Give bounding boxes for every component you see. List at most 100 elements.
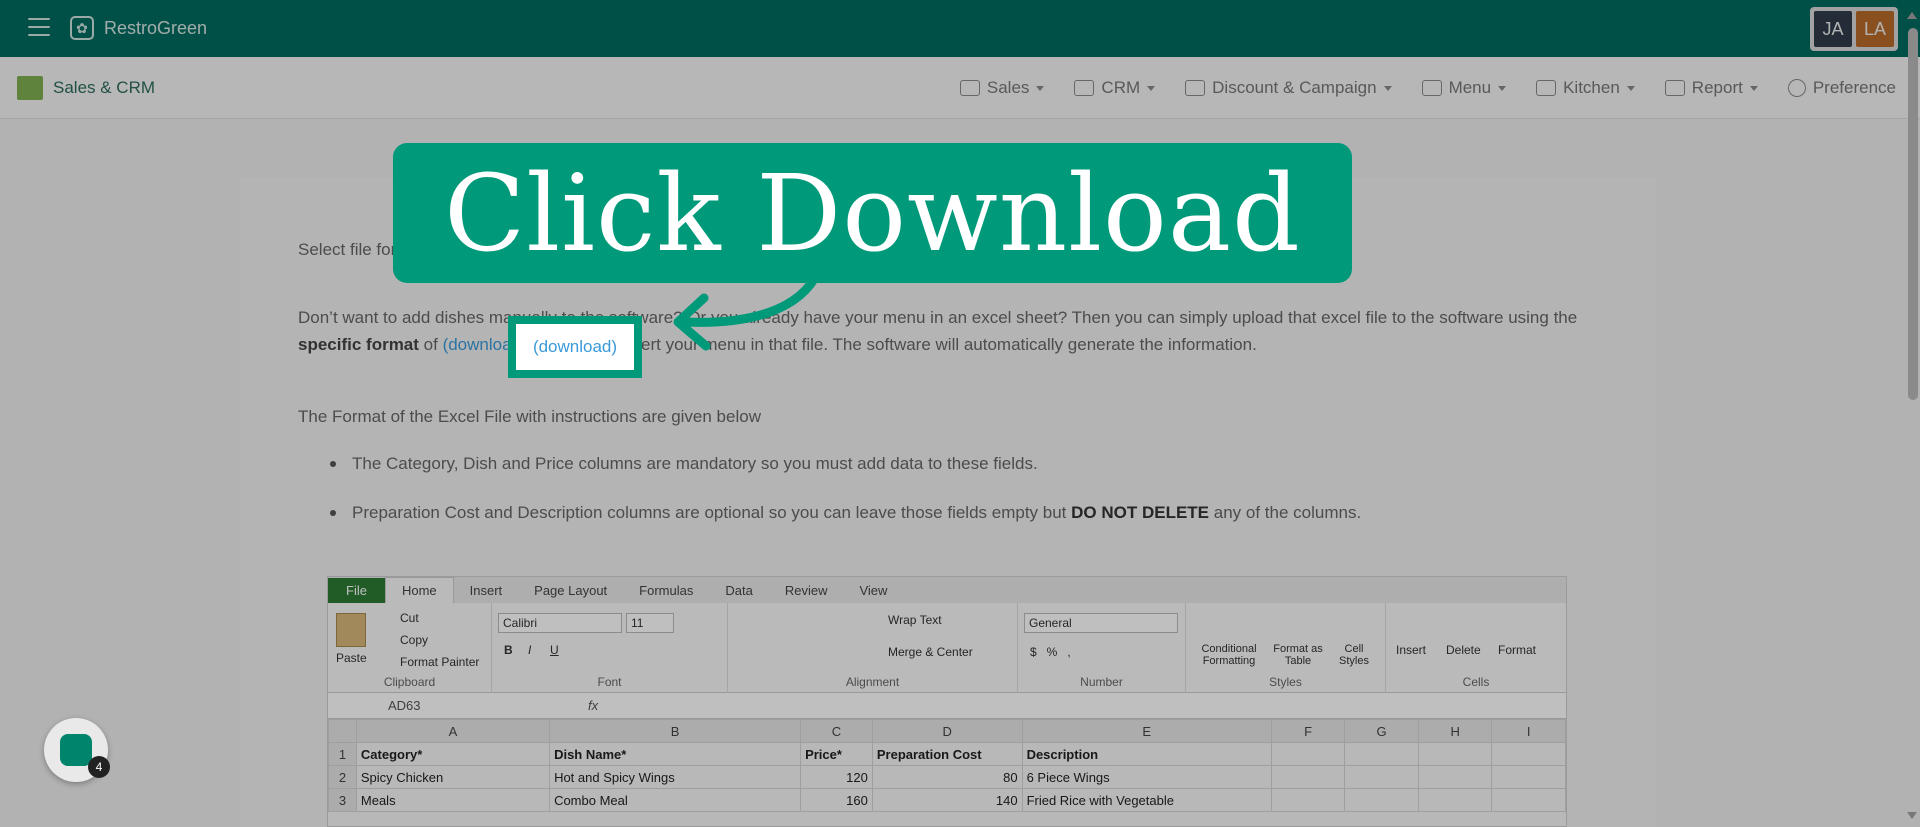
cell: [1491, 788, 1566, 812]
cell: 160: [800, 788, 873, 812]
list-item-text: any of the columns.: [1209, 503, 1362, 522]
cell: Hot and Spicy Wings: [549, 765, 802, 789]
scroll-down-icon[interactable]: [1907, 812, 1917, 819]
nav-items: Sales CRM Discount & Campaign Menu Kitch…: [959, 57, 1896, 119]
download-highlight-box[interactable]: (download): [508, 316, 642, 378]
format-label: Format: [1498, 643, 1537, 657]
nav-item-preference[interactable]: Preference: [1787, 78, 1896, 98]
callout-arrow-icon: [673, 270, 823, 351]
cell: [1417, 765, 1493, 789]
chat-widget[interactable]: 4: [44, 718, 110, 782]
list-item: The Category, Dish and Price columns are…: [330, 450, 1361, 477]
module-title[interactable]: Sales & CRM: [17, 76, 155, 100]
column-header: F: [1270, 719, 1346, 743]
excel-tab: Home: [384, 577, 454, 603]
users-icon: [1074, 80, 1095, 96]
cell: Dish Name*: [549, 742, 802, 766]
nav-item-menu[interactable]: Menu: [1421, 78, 1507, 98]
scroll-up-icon[interactable]: [1907, 12, 1917, 19]
excel-tab: Insert: [469, 583, 503, 598]
excel-ribbon-tabs: File Home Insert Page Layout Formulas Da…: [328, 577, 1566, 603]
module-name: Sales & CRM: [53, 78, 156, 97]
caret-down-icon: [1147, 85, 1156, 91]
gear-icon: [1787, 79, 1806, 97]
caret-down-icon: [1036, 85, 1045, 91]
excel-tab: Data: [725, 583, 753, 598]
download-link[interactable]: (download): [533, 337, 617, 357]
cut-label: Cut: [400, 611, 419, 625]
cell: Spicy Chicken: [355, 765, 551, 789]
column-header: C: [800, 719, 873, 743]
group-label: Alignment: [845, 675, 900, 689]
cell: 6 Piece Wings: [1021, 765, 1272, 789]
excel-ribbon: Paste Cut Copy Format Painter Clipboard …: [328, 603, 1566, 693]
nav-item-kitchen[interactable]: Kitchen: [1536, 78, 1635, 98]
cell: [1417, 788, 1493, 812]
table-row: 2 Spicy Chicken Hot and Spicy Wings 120 …: [328, 765, 1566, 789]
menu-list-icon: [1421, 80, 1442, 96]
column-header: G: [1344, 719, 1419, 743]
cell: [1491, 765, 1566, 789]
italic-icon: I: [528, 643, 532, 657]
user-avatars: JA LA: [1810, 7, 1898, 51]
table-row: 3 Meals Combo Meal 160 140 Fried Rice wi…: [328, 788, 1566, 812]
cell: Category*: [355, 742, 551, 766]
cell: Description: [1021, 742, 1272, 766]
register-icon: [959, 80, 980, 96]
merge-center-label: Merge & Center: [888, 645, 973, 659]
caret-down-icon: [1498, 85, 1507, 91]
avatar[interactable]: LA: [1856, 11, 1894, 47]
scrollbar[interactable]: [1908, 28, 1918, 400]
caret-down-icon: [1749, 85, 1758, 91]
nav-item-crm[interactable]: CRM: [1074, 78, 1156, 98]
column-header: A: [355, 719, 551, 743]
fx-icon: fx: [588, 698, 599, 713]
do-not-delete-text: DO NOT DELETE: [1071, 503, 1210, 522]
nav-item-label: Kitchen: [1563, 78, 1620, 97]
brand[interactable]: ✿ RestroGreen: [70, 16, 207, 40]
cell-styles-label: Cell Styles: [1339, 643, 1369, 667]
group-label: Font: [597, 675, 622, 689]
cell: 80: [871, 765, 1023, 789]
insert-label: Insert: [1396, 643, 1427, 657]
excel-format-image: File Home Insert Page Layout Formulas Da…: [327, 576, 1567, 827]
row-header: 2: [328, 765, 357, 789]
cell: Preparation Cost: [871, 742, 1023, 766]
upload-instructions: Don’t want to add dishes manually to the…: [298, 304, 1588, 358]
hamburger-menu-icon[interactable]: [28, 18, 50, 36]
group-label: Clipboard: [383, 675, 436, 689]
cell: [1270, 765, 1346, 789]
row-header: 1: [328, 742, 357, 766]
list-item-text: Preparation Cost and Description columns…: [352, 503, 1072, 522]
nav-item-sales[interactable]: Sales: [959, 78, 1045, 98]
group-label: Styles: [1269, 675, 1302, 689]
copy-label: Copy: [400, 633, 429, 647]
table-row: 1 Category* Dish Name* Price* Preparatio…: [328, 742, 1566, 766]
specific-format-text: specific format: [298, 335, 419, 354]
format-painter-label: Format Painter: [400, 655, 480, 669]
cell: [1270, 788, 1346, 812]
excel-tab: Review: [784, 583, 828, 598]
font-name-box: Calibri: [498, 613, 622, 633]
avatar[interactable]: JA: [1814, 11, 1852, 47]
underline-icon: U: [550, 643, 559, 657]
column-header-row: A B C D E F G H I: [328, 719, 1566, 743]
column-header: H: [1417, 719, 1493, 743]
list-item-text: The Category, Dish and Price columns are…: [352, 454, 1038, 473]
para-text: Don’t want to add dishes manually to the…: [298, 308, 1578, 327]
clipboard-group: Paste Cut Copy Format Painter Clipboard: [328, 603, 492, 693]
excel-tab: Page Layout: [534, 583, 608, 598]
paste-icon: [336, 613, 366, 647]
excel-tab: View: [859, 583, 888, 598]
cell: Combo Meal: [549, 788, 802, 812]
cell: [1417, 742, 1493, 766]
bold-icon: B: [504, 643, 513, 657]
nav-item-discount-campaign[interactable]: Discount & Campaign: [1185, 78, 1392, 98]
nav-item-report[interactable]: Report: [1664, 78, 1758, 98]
tutorial-callout: Click Download: [393, 143, 1352, 283]
excel-tab: Formulas: [639, 583, 694, 598]
cell: Meals: [355, 788, 551, 812]
list-item: Preparation Cost and Description columns…: [330, 499, 1361, 526]
para-text: of: [418, 335, 443, 354]
cell: [1270, 742, 1346, 766]
